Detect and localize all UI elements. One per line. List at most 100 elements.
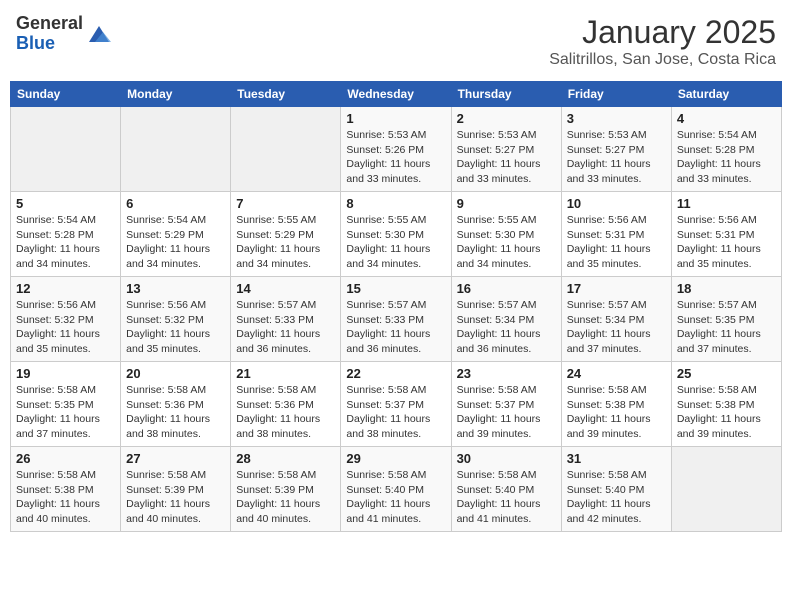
day-number: 23 — [457, 366, 556, 381]
month-title: January 2025 — [549, 14, 776, 51]
calendar-cell: 17 Sunrise: 5:57 AM Sunset: 5:34 PM Dayli… — [561, 277, 671, 362]
day-number: 27 — [126, 451, 225, 466]
logo-general-text: General — [16, 13, 83, 33]
day-number: 16 — [457, 281, 556, 296]
day-number: 7 — [236, 196, 335, 211]
day-detail: Sunrise: 5:53 AM Sunset: 5:27 PM Dayligh… — [457, 128, 556, 187]
day-number: 24 — [567, 366, 666, 381]
day-detail: Sunrise: 5:54 AM Sunset: 5:28 PM Dayligh… — [677, 128, 776, 187]
calendar-week-row: 26 Sunrise: 5:58 AM Sunset: 5:38 PM Dayli… — [11, 447, 782, 532]
calendar-week-row: 12 Sunrise: 5:56 AM Sunset: 5:32 PM Dayli… — [11, 277, 782, 362]
calendar-cell: 13 Sunrise: 5:56 AM Sunset: 5:32 PM Dayli… — [121, 277, 231, 362]
calendar-cell: 26 Sunrise: 5:58 AM Sunset: 5:38 PM Dayli… — [11, 447, 121, 532]
day-detail: Sunrise: 5:58 AM Sunset: 5:40 PM Dayligh… — [567, 468, 666, 527]
calendar-cell: 3 Sunrise: 5:53 AM Sunset: 5:27 PM Daylig… — [561, 107, 671, 192]
day-number: 17 — [567, 281, 666, 296]
calendar-cell: 9Sunrise: 5:55 AM Sunset: 5:30 PM Daylig… — [451, 192, 561, 277]
calendar-cell: 15 Sunrise: 5:57 AM Sunset: 5:33 PM Dayli… — [341, 277, 451, 362]
day-detail: Sunrise: 5:53 AM Sunset: 5:26 PM Dayligh… — [346, 128, 445, 187]
column-header-monday: Monday — [121, 82, 231, 107]
calendar-cell: 27 Sunrise: 5:58 AM Sunset: 5:39 PM Dayli… — [121, 447, 231, 532]
calendar-cell — [11, 107, 121, 192]
calendar-cell: 10 Sunrise: 5:56 AM Sunset: 5:31 PM Dayli… — [561, 192, 671, 277]
calendar-cell: 22 Sunrise: 5:58 AM Sunset: 5:37 PM Dayli… — [341, 362, 451, 447]
calendar-cell: 30Sunrise: 5:58 AM Sunset: 5:40 PM Dayli… — [451, 447, 561, 532]
day-detail: Sunrise: 5:58 AM Sunset: 5:36 PM Dayligh… — [126, 383, 225, 442]
day-number: 28 — [236, 451, 335, 466]
day-detail: Sunrise: 5:56 AM Sunset: 5:31 PM Dayligh… — [677, 213, 776, 272]
calendar-cell: 2 Sunrise: 5:53 AM Sunset: 5:27 PM Daylig… — [451, 107, 561, 192]
day-detail: Sunrise: 5:58 AM Sunset: 5:37 PM Dayligh… — [346, 383, 445, 442]
calendar-cell — [231, 107, 341, 192]
day-detail: Sunrise: 5:57 AM Sunset: 5:34 PM Dayligh… — [567, 298, 666, 357]
day-number: 31 — [567, 451, 666, 466]
day-number: 20 — [126, 366, 225, 381]
calendar-cell: 7 Sunrise: 5:55 AM Sunset: 5:29 PM Daylig… — [231, 192, 341, 277]
day-detail: Sunrise: 5:55 AM Sunset: 5:29 PM Dayligh… — [236, 213, 335, 272]
logo-icon — [85, 20, 113, 48]
calendar-cell: 31 Sunrise: 5:58 AM Sunset: 5:40 PM Dayli… — [561, 447, 671, 532]
calendar-cell: 19 Sunrise: 5:58 AM Sunset: 5:35 PM Dayli… — [11, 362, 121, 447]
page-header: General Blue January 2025 Salitrillos, S… — [10, 10, 782, 73]
day-number: 10 — [567, 196, 666, 211]
day-detail: Sunrise: 5:58 AM Sunset: 5:36 PM Dayligh… — [236, 383, 335, 442]
calendar-cell — [121, 107, 231, 192]
day-number: 12 — [16, 281, 115, 296]
day-number: 26 — [16, 451, 115, 466]
calendar-week-row: 1 Sunrise: 5:53 AM Sunset: 5:26 PM Daylig… — [11, 107, 782, 192]
day-detail: Sunrise: 5:55 AM Sunset: 5:30 PM Dayligh… — [346, 213, 445, 272]
day-number: 22 — [346, 366, 445, 381]
calendar-cell: 12Sunrise: 5:56 AM Sunset: 5:32 PM Dayli… — [11, 277, 121, 362]
logo-blue-text: Blue — [16, 33, 55, 53]
day-detail: Sunrise: 5:58 AM Sunset: 5:37 PM Dayligh… — [457, 383, 556, 442]
day-detail: Sunrise: 5:58 AM Sunset: 5:38 PM Dayligh… — [16, 468, 115, 527]
calendar-cell: 14 Sunrise: 5:57 AM Sunset: 5:33 PM Dayli… — [231, 277, 341, 362]
day-number: 21 — [236, 366, 335, 381]
calendar-cell: 6Sunrise: 5:54 AM Sunset: 5:29 PM Daylig… — [121, 192, 231, 277]
day-detail: Sunrise: 5:58 AM Sunset: 5:35 PM Dayligh… — [16, 383, 115, 442]
day-detail: Sunrise: 5:57 AM Sunset: 5:33 PM Dayligh… — [236, 298, 335, 357]
day-number: 3 — [567, 111, 666, 126]
calendar-cell: 8 Sunrise: 5:55 AM Sunset: 5:30 PM Daylig… — [341, 192, 451, 277]
calendar-cell: 18 Sunrise: 5:57 AM Sunset: 5:35 PM Dayli… — [671, 277, 781, 362]
calendar-table: SundayMondayTuesdayWednesdayThursdayFrid… — [10, 81, 782, 532]
day-number: 9 — [457, 196, 556, 211]
day-detail: Sunrise: 5:56 AM Sunset: 5:31 PM Dayligh… — [567, 213, 666, 272]
calendar-week-row: 19 Sunrise: 5:58 AM Sunset: 5:35 PM Dayli… — [11, 362, 782, 447]
calendar-cell: 21 Sunrise: 5:58 AM Sunset: 5:36 PM Dayli… — [231, 362, 341, 447]
day-number: 13 — [126, 281, 225, 296]
day-detail: Sunrise: 5:57 AM Sunset: 5:33 PM Dayligh… — [346, 298, 445, 357]
day-number: 8 — [346, 196, 445, 211]
day-detail: Sunrise: 5:56 AM Sunset: 5:32 PM Dayligh… — [126, 298, 225, 357]
column-header-saturday: Saturday — [671, 82, 781, 107]
calendar-cell: 16 Sunrise: 5:57 AM Sunset: 5:34 PM Dayli… — [451, 277, 561, 362]
day-detail: Sunrise: 5:57 AM Sunset: 5:35 PM Dayligh… — [677, 298, 776, 357]
day-detail: Sunrise: 5:58 AM Sunset: 5:40 PM Dayligh… — [346, 468, 445, 527]
calendar-week-row: 5Sunrise: 5:54 AM Sunset: 5:28 PM Daylig… — [11, 192, 782, 277]
day-detail: Sunrise: 5:58 AM Sunset: 5:39 PM Dayligh… — [126, 468, 225, 527]
day-number: 18 — [677, 281, 776, 296]
day-number: 15 — [346, 281, 445, 296]
day-number: 19 — [16, 366, 115, 381]
day-number: 5 — [16, 196, 115, 211]
column-header-wednesday: Wednesday — [341, 82, 451, 107]
calendar-cell: 11Sunrise: 5:56 AM Sunset: 5:31 PM Dayli… — [671, 192, 781, 277]
column-header-sunday: Sunday — [11, 82, 121, 107]
day-number: 2 — [457, 111, 556, 126]
day-number: 30 — [457, 451, 556, 466]
calendar-cell: 20 Sunrise: 5:58 AM Sunset: 5:36 PM Dayli… — [121, 362, 231, 447]
day-number: 14 — [236, 281, 335, 296]
calendar-cell: 29Sunrise: 5:58 AM Sunset: 5:40 PM Dayli… — [341, 447, 451, 532]
calendar-cell — [671, 447, 781, 532]
calendar-cell: 4 Sunrise: 5:54 AM Sunset: 5:28 PM Daylig… — [671, 107, 781, 192]
calendar-cell: 25Sunrise: 5:58 AM Sunset: 5:38 PM Dayli… — [671, 362, 781, 447]
column-header-tuesday: Tuesday — [231, 82, 341, 107]
calendar-cell: 28Sunrise: 5:58 AM Sunset: 5:39 PM Dayli… — [231, 447, 341, 532]
day-number: 4 — [677, 111, 776, 126]
day-detail: Sunrise: 5:57 AM Sunset: 5:34 PM Dayligh… — [457, 298, 556, 357]
day-detail: Sunrise: 5:53 AM Sunset: 5:27 PM Dayligh… — [567, 128, 666, 187]
day-detail: Sunrise: 5:54 AM Sunset: 5:29 PM Dayligh… — [126, 213, 225, 272]
day-number: 1 — [346, 111, 445, 126]
day-detail: Sunrise: 5:58 AM Sunset: 5:38 PM Dayligh… — [677, 383, 776, 442]
calendar-cell: 5Sunrise: 5:54 AM Sunset: 5:28 PM Daylig… — [11, 192, 121, 277]
